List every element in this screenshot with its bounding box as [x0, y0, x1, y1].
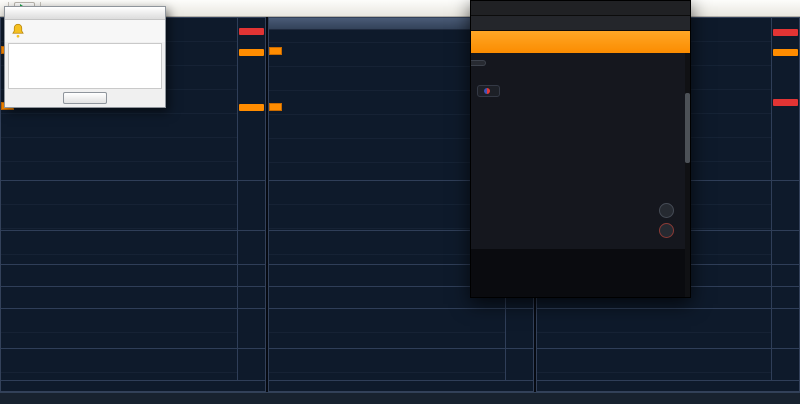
macd-canvas[interactable]: [537, 309, 771, 348]
price-scale[interactable]: [771, 18, 799, 180]
stochastic-canvas[interactable]: [1, 349, 237, 380]
alert-titlebar[interactable]: [5, 7, 165, 20]
scroll-up-button[interactable]: [659, 203, 674, 218]
cashback-banner[interactable]: [471, 31, 690, 53]
currency-flag-icon: [484, 88, 490, 94]
mini-bars-canvas[interactable]: [1, 287, 237, 308]
volume-spike-pane: [1, 230, 265, 264]
ok-button[interactable]: [63, 92, 107, 104]
macd-pane: [1, 308, 265, 348]
indicator-scale[interactable]: [505, 309, 533, 348]
indicator-scale[interactable]: [771, 309, 799, 348]
alert-list[interactable]: [8, 43, 162, 89]
browser-scrollbar[interactable]: [685, 53, 690, 297]
stochastic-pane: [269, 348, 533, 380]
price-marker-orange: [239, 104, 264, 111]
instrument-selector[interactable]: [477, 85, 500, 97]
bell-icon: [9, 22, 27, 40]
alert-button-row: [5, 90, 165, 107]
macd-canvas[interactable]: [269, 309, 505, 348]
time-axis[interactable]: [269, 380, 533, 391]
macd-pane: [537, 308, 799, 348]
time-axis[interactable]: [537, 380, 799, 391]
indicator-scale[interactable]: [237, 287, 265, 308]
price-marker-red: [773, 29, 798, 36]
price-marker-orange: [773, 49, 798, 56]
browser-window: [470, 0, 691, 298]
spike-canvas[interactable]: [1, 231, 237, 264]
time-axis[interactable]: [1, 380, 265, 391]
browser-tab-strip[interactable]: [471, 1, 690, 16]
price-marker-red: [773, 99, 798, 106]
desktop: [0, 0, 800, 404]
indicator-scale[interactable]: [237, 181, 265, 230]
quick-demo-button[interactable]: [471, 60, 486, 66]
indicator-scale[interactable]: [237, 231, 265, 264]
macd-pane: [269, 308, 533, 348]
indicator-scale[interactable]: [237, 309, 265, 348]
stochastic-pane: [1, 348, 265, 380]
mini-bars-pane: [1, 286, 265, 308]
stochastic-canvas[interactable]: [537, 349, 771, 380]
price-marker-red: [239, 28, 264, 35]
platform-footer: [471, 249, 685, 297]
indicator-scale[interactable]: [771, 231, 799, 264]
bookmarks-bar: [471, 16, 690, 31]
mt4-statusbar: [0, 392, 800, 404]
indicator-scale[interactable]: [771, 265, 799, 286]
orange-price-flag: [269, 47, 282, 55]
binary-chart-canvas[interactable]: [471, 131, 678, 231]
price-scale[interactable]: [237, 18, 265, 180]
indicator-scale[interactable]: [237, 265, 265, 286]
price-marker-orange: [239, 49, 264, 56]
indicator-scale[interactable]: [771, 181, 799, 230]
line-osc-canvas[interactable]: [1, 265, 237, 286]
oscillator-line-pane: [1, 264, 265, 286]
stochastic-canvas[interactable]: [269, 349, 505, 380]
indicator-scale[interactable]: [237, 349, 265, 380]
scroll-buttons: [659, 203, 674, 238]
scroll-down-button[interactable]: [659, 223, 674, 238]
bbwidth-pane: [1, 180, 265, 230]
orange-price-flag: [269, 103, 282, 111]
macd-canvas[interactable]: [1, 309, 237, 348]
platform-content: [471, 53, 690, 297]
stochastic-pane: [537, 348, 799, 380]
indicator-scale[interactable]: [771, 349, 799, 380]
indicator-scale[interactable]: [771, 287, 799, 308]
scrollbar-thumb[interactable]: [685, 93, 690, 163]
indicator-scale[interactable]: [505, 349, 533, 380]
alert-header: [5, 20, 165, 42]
alert-dialog: [4, 6, 166, 108]
bbwidth-canvas[interactable]: [1, 181, 237, 230]
